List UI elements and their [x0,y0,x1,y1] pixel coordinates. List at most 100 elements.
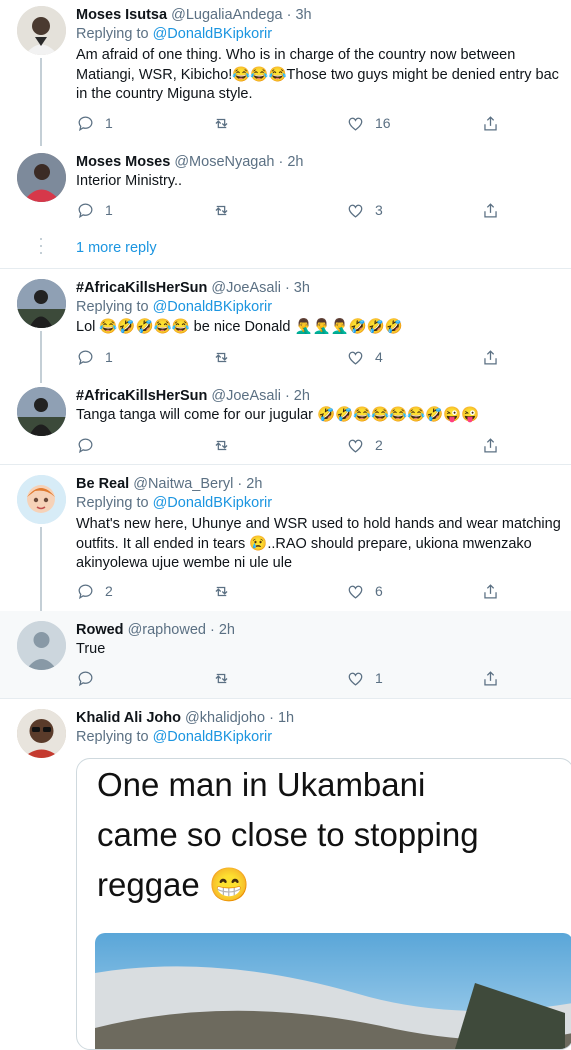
heart-icon [348,117,363,131]
display-name[interactable]: #AfricaKillsHerSun [76,388,207,404]
user-handle[interactable]: @JoeAsali [211,280,281,296]
reply-icon [78,203,93,218]
reply-button[interactable] [76,667,95,689]
tweet-text: What's new here, Uhunye and WSR used to … [76,516,561,571]
mention-link[interactable]: @DonaldBKipkorir [153,299,273,315]
like-button[interactable]: 16 [346,112,391,134]
retweet-button[interactable] [212,346,231,368]
avatar[interactable] [17,387,66,436]
thread-line [40,527,42,611]
tweet-text: Interior Ministry.. [76,173,183,189]
user-handle[interactable]: @JoeAsali [211,388,281,404]
divider [0,464,571,465]
reply-button[interactable]: 2 [76,580,113,602]
reply-button[interactable]: 1 [76,199,113,221]
reply-button[interactable] [76,434,95,456]
user-handle[interactable]: @khalidjoho [185,710,265,726]
share-button[interactable] [481,580,500,602]
reply-icon [78,671,93,686]
thread-dot [40,252,42,254]
avatar[interactable] [17,279,66,328]
avatar[interactable] [17,475,66,524]
timestamp[interactable]: · 2h [210,622,235,638]
user-handle[interactable]: @MoseNyagah [174,154,274,170]
tweet-actions: 2 6 [76,580,506,602]
more-replies-link[interactable]: 1 more reply [76,240,157,256]
tweet-actions: 1 [76,667,506,689]
avatar[interactable] [17,6,66,55]
tweet-header: Khalid Ali Joho @khalidjoho · 1h [76,709,294,728]
share-icon [484,437,497,452]
share-button[interactable] [481,199,500,221]
retweet-icon [215,440,228,450]
reply-button[interactable]: 1 [76,346,113,368]
mention-link[interactable]: @DonaldBKipkorir [153,729,273,745]
timestamp[interactable]: · 3h [285,280,310,296]
tweet-media-image[interactable]: One man in Ukambani came so close to sto… [76,758,571,1050]
thread-line [40,58,42,146]
like-button[interactable]: 2 [346,434,383,456]
avatar[interactable] [17,153,66,202]
retweet-button[interactable] [212,434,231,456]
heart-icon [348,672,363,686]
share-icon [484,115,497,130]
share-icon [484,202,497,217]
share-button[interactable] [481,667,500,689]
retweet-icon [215,352,228,362]
retweet-icon [215,673,228,683]
retweet-button[interactable] [212,667,231,689]
timestamp[interactable]: · 2h [237,476,262,492]
tweet-header: Rowed @raphowed · 2h [76,621,235,640]
timestamp[interactable]: · 3h [287,7,312,23]
user-handle[interactable]: @raphowed [128,622,206,638]
tweet-text: Am afraid of one thing. Who is in charge… [76,47,559,102]
share-button[interactable] [481,434,500,456]
heart-icon [348,439,363,453]
replying-to: Replying to @DonaldBKipkorir [76,299,273,315]
retweet-icon [215,118,228,128]
display-name[interactable]: #AfricaKillsHerSun [76,280,207,296]
timestamp[interactable]: · 2h [285,388,310,404]
retweet-button[interactable] [212,199,231,221]
share-icon [484,583,497,598]
tweet-actions: 2 [76,434,506,456]
like-button[interactable]: 1 [346,667,383,689]
replying-to: Replying to @DonaldBKipkorir [76,729,273,745]
retweet-icon [215,586,228,596]
tweet-text: True [76,641,106,657]
timestamp[interactable]: · 2h [279,154,304,170]
thread-dot [40,245,42,247]
divider [0,268,571,269]
display-name[interactable]: Be Real [76,476,129,492]
tweet-actions: 1 3 [76,199,506,221]
like-button[interactable]: 3 [346,199,383,221]
share-icon [484,349,497,364]
reply-icon [78,116,93,131]
timestamp[interactable]: · 1h [269,710,294,726]
retweet-button[interactable] [212,580,231,602]
share-button[interactable] [481,346,500,368]
share-button[interactable] [481,112,500,134]
image-caption-line: One man in Ukambani [97,766,426,803]
reply-icon [78,584,93,599]
image-caption-line: came so close to stopping [97,816,479,853]
tweet-text: Lol 😂🤣🤣😂😂 be nice Donald 🤦‍♂️🤦‍♂️🤦‍♂️🤣🤣🤣 [76,319,403,335]
tweet-header: Moses Moses @MoseNyagah · 2h [76,153,304,172]
mention-link[interactable]: @DonaldBKipkorir [153,26,273,42]
avatar[interactable] [17,709,66,758]
reply-button[interactable]: 1 [76,112,113,134]
tweet-actions: 1 4 [76,346,506,368]
like-button[interactable]: 6 [346,580,383,602]
display-name[interactable]: Moses Isutsa [76,7,167,23]
user-handle[interactable]: @Naitwa_Beryl [133,476,233,492]
display-name[interactable]: Moses Moses [76,154,170,170]
user-handle[interactable]: @LugaliaAndega [171,7,282,23]
avatar[interactable] [17,621,66,670]
display-name[interactable]: Rowed [76,622,124,638]
replying-to: Replying to @DonaldBKipkorir [76,26,273,42]
mention-link[interactable]: @DonaldBKipkorir [153,495,273,511]
like-button[interactable]: 4 [346,346,383,368]
thread-dot [40,238,42,240]
retweet-button[interactable] [212,112,231,134]
display-name[interactable]: Khalid Ali Joho [76,710,181,726]
